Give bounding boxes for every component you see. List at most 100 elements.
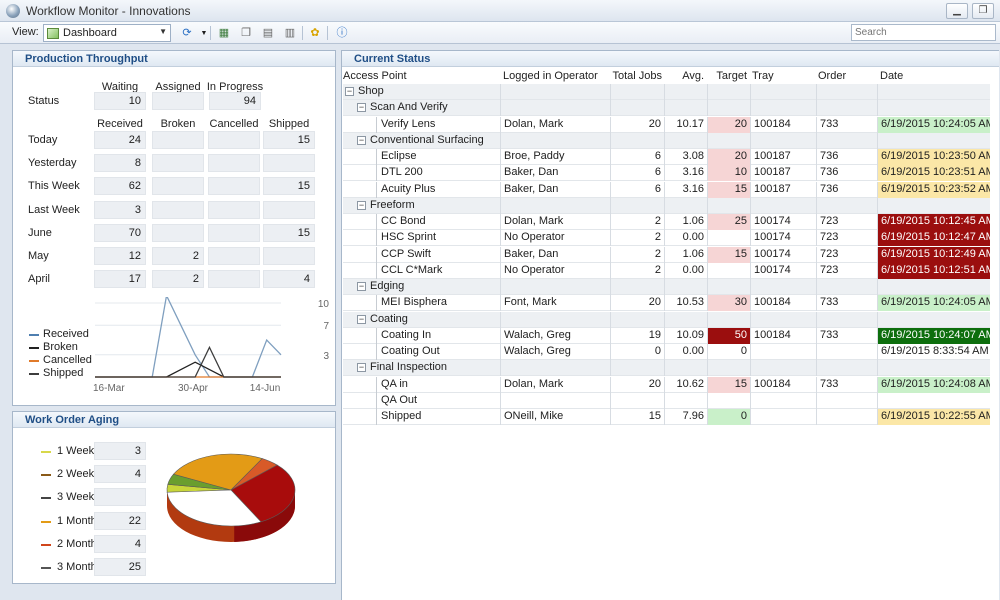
- cell-jobs: 6: [610, 181, 664, 198]
- collapse-icon[interactable]: −: [357, 314, 366, 324]
- cell-order: 723: [816, 230, 877, 247]
- grid-cell: [664, 311, 707, 328]
- col-date[interactable]: Date: [880, 70, 903, 82]
- table-row[interactable]: Acuity Plus Baker, Dan 6 3.16 15 100187 736 6/1…: [343, 181, 990, 198]
- grid-cell: [877, 84, 990, 100]
- grid-header: Access Point Logged in Operator Total Jo…: [343, 70, 990, 84]
- table-row[interactable]: Shipped ONeill, Mike 15 7.96 0 6/19/2015 10:2…: [343, 409, 990, 425]
- cell-tray: 100174: [750, 262, 816, 279]
- view-select-value: Dashboard: [63, 27, 117, 39]
- group-row[interactable]: − Scan And Verify: [343, 100, 990, 117]
- grid-cell: [816, 360, 877, 377]
- table-row[interactable]: CCP Swift Baker, Dan 2 1.06 15 100174 723 6/19/…: [343, 246, 990, 263]
- throughput-value: [152, 177, 204, 196]
- table-row[interactable]: QA Out: [343, 392, 990, 409]
- grid-cell: [500, 197, 610, 214]
- table-row[interactable]: QA in Dolan, Mark 20 10.62 15 100184 733 6/19/2…: [343, 376, 990, 393]
- group-row[interactable]: − Coating: [343, 311, 990, 328]
- collapse-icon[interactable]: −: [357, 200, 366, 210]
- cell-jobs: 2: [610, 214, 664, 230]
- table-row[interactable]: CCL C*Mark No Operator 2 0.00 100174 723 6/19/…: [343, 262, 990, 279]
- group-row[interactable]: − Shop: [343, 84, 990, 100]
- grid-cell: [877, 360, 990, 377]
- table-row[interactable]: Eclipse Broe, Paddy 6 3.08 20 100187 736 6/19/2…: [343, 149, 990, 165]
- table-row[interactable]: CC Bond Dolan, Mark 2 1.06 25 100174 723 6/19/2…: [343, 214, 990, 230]
- cell-order: 723: [816, 262, 877, 279]
- grid-cell: [707, 132, 750, 149]
- grid-cell: [877, 197, 990, 214]
- app-icon: [6, 4, 20, 18]
- info-icon[interactable]: ⓘ: [334, 25, 350, 41]
- legend-swatch: [41, 520, 51, 523]
- view-select[interactable]: Dashboard ▼: [43, 24, 171, 42]
- cell-jobs: 20: [610, 376, 664, 393]
- search-input[interactable]: [851, 24, 996, 41]
- table-row[interactable]: HSC Sprint No Operator 2 0.00 100174 723 6/19/…: [343, 230, 990, 247]
- toolbar: View: Dashboard ▼ ⟳ ▼ ▦ ❐ ▤ ▥ ✿ ⓘ: [0, 22, 1000, 44]
- window-title: Workflow Monitor - Innovations: [26, 4, 191, 18]
- col-tray[interactable]: Tray: [752, 70, 774, 82]
- throughput-value: 15: [263, 223, 315, 242]
- group-row[interactable]: − Edging: [343, 279, 990, 295]
- throughput-value: 2: [152, 247, 204, 265]
- cell-tray: [750, 392, 816, 409]
- row-label: This Week: [28, 180, 80, 193]
- settings-icon[interactable]: ✿: [307, 25, 323, 41]
- grid-cell: [750, 360, 816, 377]
- aging-label: 1 Week: [57, 445, 95, 457]
- access-point-label: CC Bond: [381, 215, 426, 227]
- export-icon[interactable]: ▥: [282, 25, 298, 41]
- row-label: May: [28, 250, 49, 262]
- table-row[interactable]: Coating In Walach, Greg 19 10.09 50 100184 733…: [343, 327, 990, 344]
- tree-guide: [376, 392, 377, 409]
- group-row[interactable]: − Conventional Surfacing: [343, 132, 990, 149]
- legend-swatch: [41, 567, 51, 569]
- grid-cell: [500, 311, 610, 328]
- list-view-icon[interactable]: ▤: [260, 25, 276, 41]
- table-row[interactable]: Verify Lens Dolan, Mark 20 10.17 20 100184 733…: [343, 116, 990, 133]
- cell-operator: Walach, Greg: [500, 344, 610, 360]
- cell-jobs: 2: [610, 262, 664, 279]
- restore-button[interactable]: ❐: [972, 3, 994, 19]
- col-total-jobs[interactable]: Total Jobs: [609, 70, 662, 82]
- cell-date: 6/19/2015 10:24:07 AM: [877, 327, 990, 344]
- grid-cell: [664, 360, 707, 377]
- cell-operator: Dolan, Mark: [500, 214, 610, 230]
- access-point-label: Eclipse: [381, 150, 417, 162]
- col-order[interactable]: Order: [818, 70, 846, 82]
- copy-icon[interactable]: ❐: [238, 25, 254, 41]
- legend-swatch: [41, 543, 51, 546]
- x-tick-label: 14-Jun: [250, 383, 281, 394]
- collapse-icon[interactable]: −: [357, 363, 366, 373]
- minimize-button[interactable]: ▁: [946, 3, 968, 19]
- throughput-value: [263, 154, 315, 173]
- panel-title: Work Order Aging: [13, 412, 335, 428]
- col-avg[interactable]: Avg.: [663, 70, 704, 82]
- refresh-icon[interactable]: ⟳: [179, 25, 195, 41]
- grid-cell: [750, 197, 816, 214]
- group-row[interactable]: − Freeform: [343, 197, 990, 214]
- cell-order: 733: [816, 327, 877, 344]
- table-row[interactable]: DTL 200 Baker, Dan 6 3.16 10 100187 736 6/19/20…: [343, 165, 990, 182]
- throughput-value: [152, 223, 204, 242]
- col-target[interactable]: Target: [707, 70, 747, 82]
- legend-swatch: [29, 334, 39, 336]
- cell-target: [707, 230, 750, 247]
- table-row[interactable]: Coating Out Walach, Greg 0 0.00 0 6/19/2015 8…: [343, 344, 990, 360]
- col-access-point[interactable]: Access Point: [343, 70, 407, 82]
- grid-view-icon[interactable]: ▦: [216, 25, 232, 41]
- grid-cell: [816, 197, 877, 214]
- cell-date: 6/19/2015 10:23:51 AM: [877, 165, 990, 182]
- cell-tray: 100184: [750, 327, 816, 344]
- collapse-icon[interactable]: −: [357, 282, 366, 291]
- cell-avg: 0.00: [664, 230, 707, 247]
- collapse-icon[interactable]: −: [357, 135, 366, 145]
- cell-target: [707, 262, 750, 279]
- collapse-icon[interactable]: −: [345, 87, 354, 96]
- col-operator[interactable]: Logged in Operator: [503, 70, 598, 82]
- group-row[interactable]: − Final Inspection: [343, 360, 990, 377]
- collapse-icon[interactable]: −: [357, 103, 366, 113]
- table-row[interactable]: MEI Bisphera Font, Mark 20 10.53 30 100184 733…: [343, 295, 990, 312]
- row-label-status: Status: [28, 95, 60, 107]
- cell-operator: Broe, Paddy: [500, 149, 610, 165]
